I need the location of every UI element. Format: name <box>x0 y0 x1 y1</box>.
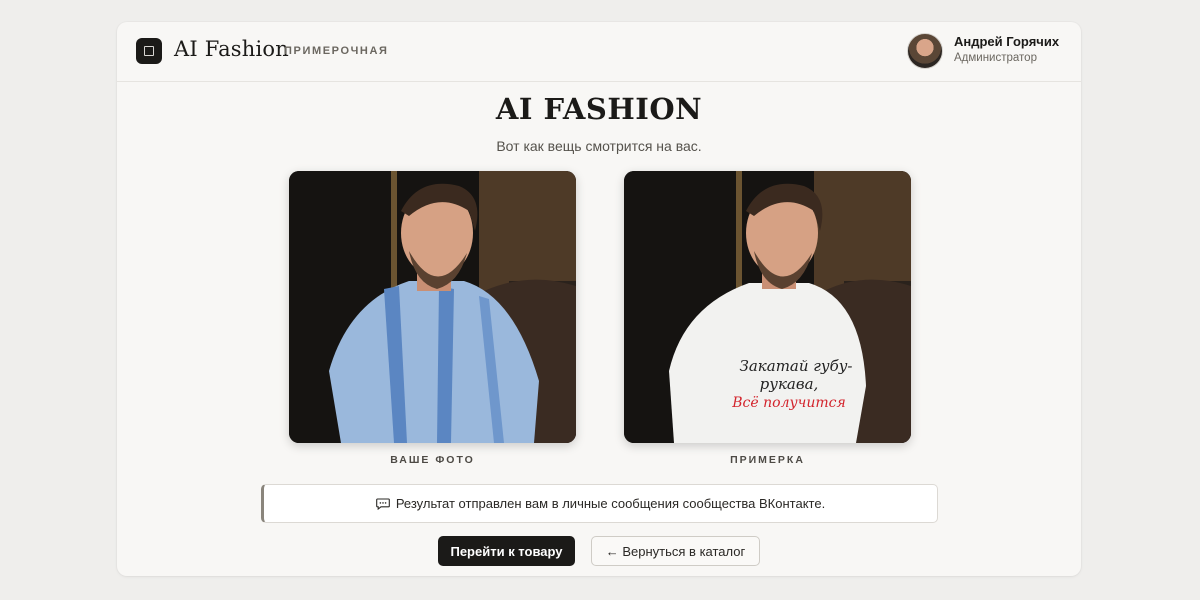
tshirt-print-line3: Всё получится <box>731 395 845 411</box>
tshirt-print-line1: Закатай губу- <box>740 357 853 375</box>
user-avatar[interactable] <box>907 33 943 69</box>
page-subtitle: Вот как вещь смотрится на вас. <box>496 138 702 154</box>
section-label: ПРИМЕРОЧНАЯ <box>284 45 389 57</box>
original-photo-image <box>289 171 576 443</box>
original-photo-caption: ВАШЕ ФОТО <box>390 454 475 466</box>
user-name: Андрей Горячих <box>954 34 1060 49</box>
brand-name[interactable]: AI Fashion <box>174 37 289 61</box>
logo-icon-mark <box>144 46 154 56</box>
tryon-photo-caption: ПРИМЕРКА <box>730 454 805 466</box>
tryon-photo: Закатай губу- рукава, Всё получится <box>624 171 911 443</box>
main-card: AI Fashion ПРИМЕРОЧНАЯ Андрей Горячих Ад… <box>117 22 1081 576</box>
chat-bubble-icon <box>375 497 390 510</box>
logo-icon[interactable] <box>136 38 162 64</box>
user-role: Администратор <box>954 52 1037 64</box>
tryon-photo-image: Закатай губу- рукава, Всё получится <box>624 171 911 443</box>
page-title: AI FASHION <box>495 92 703 126</box>
top-bar: AI Fashion ПРИМЕРОЧНАЯ Андрей Горячих Ад… <box>117 22 1081 82</box>
go-to-product-button[interactable]: Перейти к товару <box>438 536 575 566</box>
tshirt-print-line2: рукава, <box>760 375 819 393</box>
vk-notice-banner: Результат отправлен вам в личные сообщен… <box>261 484 938 523</box>
notice-text: Результат отправлен вам в личные сообщен… <box>395 496 826 511</box>
original-photo <box>289 171 576 443</box>
back-to-catalog-button[interactable]: ← Вернуться в каталог <box>591 536 760 566</box>
